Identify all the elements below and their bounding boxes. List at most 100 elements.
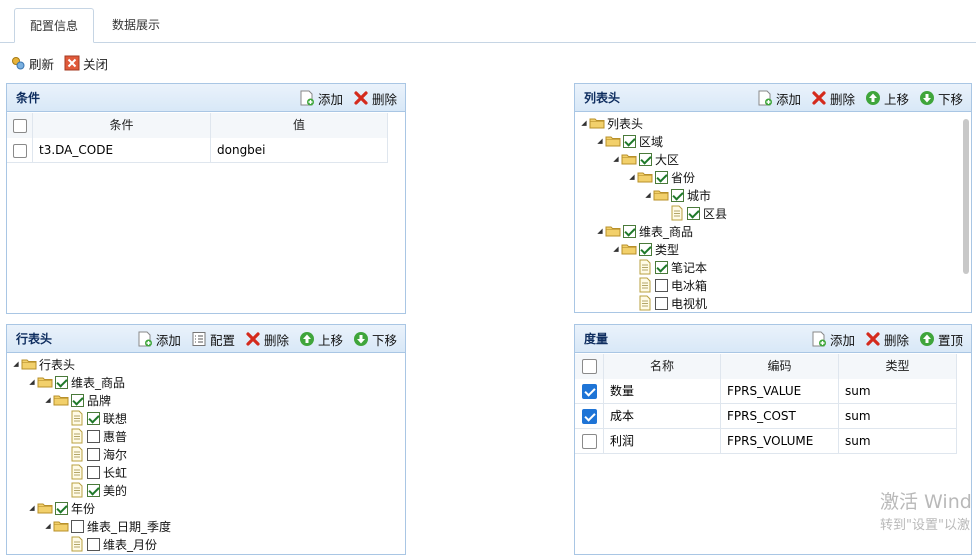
tree-checkbox[interactable] [87, 411, 100, 425]
tree-checkbox[interactable] [655, 260, 668, 274]
file-icon [637, 295, 653, 311]
row-delete-button[interactable]: 删除 [245, 330, 289, 349]
tree-node[interactable]: 电冰箱 [627, 276, 707, 294]
select-all-checkbox[interactable] [581, 359, 597, 374]
close-icon [64, 55, 80, 71]
tree-node[interactable]: ◢ 维表_商品 [27, 373, 125, 391]
table-row[interactable]: 成本 FPRS_COST sum [575, 404, 957, 429]
expand-toggle-icon[interactable]: ◢ [11, 360, 21, 368]
tree-checkbox[interactable] [623, 224, 636, 238]
measures-add-button[interactable]: 添加 [811, 330, 855, 349]
tab-config-info[interactable]: 配置信息 [14, 8, 94, 43]
row-move-up-button[interactable]: 上移 [299, 330, 343, 349]
close-button[interactable]: 关闭 [64, 54, 108, 73]
tree-checkbox[interactable] [655, 296, 668, 310]
activation-watermark-subtitle: 转到"设置"以激 [880, 518, 970, 533]
column-move-up-button[interactable]: 上移 [865, 89, 909, 108]
tree-node[interactable]: 电视机 [627, 294, 707, 312]
column-header-name[interactable]: 名称 [604, 354, 721, 379]
conditions-select-all-cell [7, 113, 33, 138]
conditions-delete-button[interactable]: 删除 [353, 89, 397, 108]
column-add-button[interactable]: 添加 [757, 89, 801, 108]
row-checkbox[interactable] [12, 143, 27, 158]
tree-checkbox[interactable] [87, 483, 100, 497]
table-row[interactable]: t3.DA_CODE dongbei [7, 138, 388, 163]
file-icon [637, 277, 653, 293]
tree-checkbox[interactable] [655, 170, 668, 184]
tree-node[interactable]: ◢ 类型 [611, 240, 679, 258]
expand-toggle-icon[interactable]: ◢ [27, 378, 37, 386]
tree-checkbox[interactable] [671, 188, 684, 202]
refresh-button[interactable]: 刷新 [10, 54, 54, 73]
row-checkbox[interactable] [581, 384, 597, 399]
tree-node[interactable]: 维表_月份 [59, 535, 157, 553]
tree-checkbox[interactable] [87, 537, 100, 551]
expand-toggle-icon[interactable]: ◢ [43, 396, 53, 404]
expand-toggle-icon[interactable]: ◢ [27, 504, 37, 512]
table-row[interactable]: 利润 FPRS_VOLUME sum [575, 429, 957, 454]
folder-icon [605, 133, 621, 149]
tree-node[interactable]: 海尔 [59, 445, 127, 463]
tree-node[interactable]: 区县 [659, 204, 727, 222]
measures-panel-header: 度量 添加 删除 置顶 [575, 325, 971, 353]
tree-node[interactable]: ◢ 大区 [611, 150, 679, 168]
conditions-add-button[interactable]: 添加 [299, 89, 343, 108]
select-all-checkbox[interactable] [12, 118, 27, 133]
tree-node[interactable]: 美的 [59, 481, 127, 499]
column-header-code[interactable]: 编码 [721, 354, 839, 379]
column-delete-button[interactable]: 删除 [811, 89, 855, 108]
tree-node[interactable]: ◢ 行表头 [11, 355, 75, 373]
expand-toggle-icon[interactable]: ◢ [611, 155, 621, 163]
row-config-button[interactable]: 配置 [191, 330, 235, 349]
file-icon [69, 428, 85, 444]
tree-checkbox[interactable] [639, 152, 652, 166]
tree-node[interactable]: ◢ 区域 [595, 132, 663, 150]
tree-checkbox[interactable] [87, 429, 100, 443]
tree-node[interactable]: ◢ 维表_日期_季度 [43, 517, 171, 535]
tree-node[interactable]: 惠普 [59, 427, 127, 445]
column-tree-scrollbar[interactable] [963, 119, 969, 274]
tree-node[interactable]: ◢ 品牌 [43, 391, 111, 409]
tree-node[interactable]: ◢ 年份 [27, 499, 95, 517]
tree-node[interactable]: ◢ 城市 [643, 186, 711, 204]
expand-toggle-icon[interactable]: ◢ [595, 227, 605, 235]
column-header-value[interactable]: 值 [211, 113, 388, 138]
tree-node[interactable]: 联想 [59, 409, 127, 427]
column-header-condition[interactable]: 条件 [33, 113, 211, 138]
expand-toggle-icon[interactable]: ◢ [595, 137, 605, 145]
row-checkbox[interactable] [581, 409, 597, 424]
tree-checkbox[interactable] [655, 278, 668, 292]
tree-checkbox[interactable] [71, 519, 84, 533]
measures-top-button[interactable]: 置顶 [919, 330, 963, 349]
expand-toggle-icon[interactable]: ◢ [611, 245, 621, 253]
folder-icon [653, 187, 669, 203]
table-row[interactable]: 数量 FPRS_VALUE sum [575, 379, 957, 404]
tree-checkbox[interactable] [55, 501, 68, 515]
tree-node[interactable]: ◢ 省份 [627, 168, 695, 186]
refresh-label: 刷新 [29, 56, 55, 72]
tree-checkbox[interactable] [71, 393, 84, 407]
measures-delete-button[interactable]: 删除 [865, 330, 909, 349]
tree-checkbox[interactable] [623, 134, 636, 148]
row-checkbox[interactable] [581, 434, 597, 449]
tree-checkbox[interactable] [687, 206, 700, 220]
tree-node[interactable]: ◢ 列表头 [579, 114, 643, 132]
expand-toggle-icon[interactable]: ◢ [643, 191, 653, 199]
tab-data-display[interactable]: 数据展示 [100, 8, 172, 43]
tree-node[interactable]: 笔记本 [627, 258, 707, 276]
expand-toggle-icon[interactable]: ◢ [627, 173, 637, 181]
tree-checkbox[interactable] [87, 447, 100, 461]
row-add-button[interactable]: 添加 [137, 330, 181, 349]
tree-checkbox[interactable] [55, 375, 68, 389]
expand-toggle-icon[interactable]: ◢ [579, 119, 589, 127]
tree-node-label: 列表头 [607, 116, 644, 131]
expand-toggle-icon[interactable]: ◢ [43, 522, 53, 530]
column-header-type[interactable]: 类型 [839, 354, 957, 379]
tree-node[interactable]: ◢ 维表_商品 [595, 222, 693, 240]
row-checkbox-cell [575, 429, 604, 454]
tree-checkbox[interactable] [87, 465, 100, 479]
tree-node[interactable]: 长虹 [59, 463, 127, 481]
row-move-down-button[interactable]: 下移 [353, 330, 397, 349]
tree-checkbox[interactable] [639, 242, 652, 256]
column-move-down-button[interactable]: 下移 [919, 89, 963, 108]
